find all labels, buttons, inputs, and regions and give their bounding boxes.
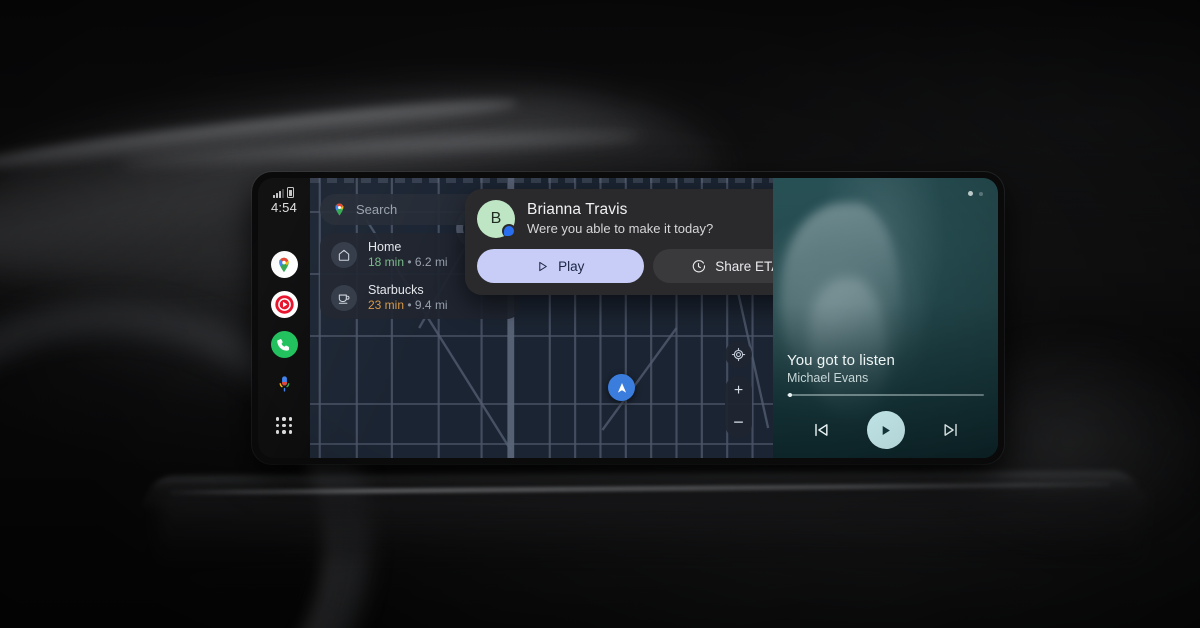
track-artist: Michael Evans (787, 371, 869, 385)
map-pane[interactable]: Search Home 18 min • 6.2 mi Starbucks 23… (310, 178, 773, 458)
car-display-unit: 4:54 Search Home 18 min • 6.2 mi Starbuc… (252, 172, 1004, 464)
media-info: You got to listen Michael Evans (787, 352, 984, 397)
map-top-strip (310, 178, 773, 183)
skip-previous-icon[interactable] (811, 420, 831, 440)
battery-icon (287, 187, 295, 198)
status-icons (273, 187, 295, 198)
android-auto-screen: 4:54 Search Home 18 min • 6.2 mi Starbuc… (258, 178, 998, 458)
app-grid-icon[interactable] (275, 417, 293, 434)
destination-name: Home (368, 240, 402, 254)
messages-badge-icon (502, 224, 516, 238)
status-bar: 4:54 (271, 187, 297, 215)
skip-next-icon[interactable] (941, 420, 961, 440)
timer-clock-icon (693, 259, 706, 272)
destination-distance: 9.4 mi (414, 298, 448, 312)
youtube-music-app-icon[interactable] (270, 291, 298, 318)
media-player-pane[interactable]: You got to listen Michael Evans (773, 178, 998, 458)
map-zoom-controls[interactable]: + − (725, 376, 752, 438)
share-eta-button[interactable]: Share ETA (652, 249, 773, 283)
play-message-label: Play (558, 258, 585, 274)
console-shadow (160, 492, 1140, 562)
zoom-out-button[interactable]: − (733, 413, 744, 431)
progress-bar[interactable] (787, 393, 984, 397)
destination-name: Starbucks (368, 283, 424, 297)
track-title: You got to listen (787, 352, 895, 369)
avatar: B (477, 200, 516, 238)
notification-message: Were you able to make it today? (527, 221, 714, 236)
share-eta-label: Share ETA (715, 258, 773, 274)
progress-knob[interactable] (788, 393, 792, 397)
maps-app-icon[interactable] (270, 251, 298, 278)
zoom-in-button[interactable]: + (734, 383, 743, 399)
destination-eta: 18 min (368, 255, 405, 269)
destination-text: Home 18 min • 6.2 mi (368, 240, 448, 269)
destination-subtitle: 18 min • 6.2 mi (368, 255, 448, 269)
destination-text: Starbucks 23 min • 9.4 mi (368, 283, 448, 312)
map-search-placeholder: Search (356, 202, 398, 217)
separator: • (407, 255, 412, 269)
assistant-mic-icon[interactable] (271, 371, 298, 398)
signal-bars-icon (273, 189, 285, 198)
play-message-button[interactable]: Play (477, 249, 644, 283)
play-icon[interactable] (866, 411, 905, 449)
app-sidebar: 4:54 (258, 178, 310, 458)
destination-distance: 6.2 mi (414, 255, 448, 269)
play-triangle-icon (539, 261, 547, 271)
navigation-arrow-icon (608, 374, 635, 401)
destination-subtitle: 23 min • 9.4 mi (368, 298, 448, 312)
media-controls (773, 411, 998, 449)
app-rail (270, 251, 298, 434)
home-icon (331, 241, 357, 268)
separator: • (407, 298, 412, 312)
notification-header: B Brianna Travis Were you able to make i… (477, 200, 773, 238)
notification-actions: Play Share ETA (477, 249, 773, 283)
notification-sender: Brianna Travis (527, 201, 628, 218)
maps-pin-icon (335, 203, 344, 216)
car-interior-scene: 4:54 Search Home 18 min • 6.2 mi Starbuc… (0, 0, 1200, 628)
notification-card[interactable]: B Brianna Travis Were you able to make i… (465, 189, 773, 295)
phone-app-icon[interactable] (270, 331, 298, 358)
status-bar-clock: 4:54 (270, 200, 298, 215)
destination-eta: 23 min (368, 298, 405, 312)
coffee-cup-icon (331, 284, 357, 311)
recenter-crosshair-icon[interactable] (725, 341, 752, 368)
notification-text: Brianna Travis Were you able to make it … (527, 200, 773, 236)
page-indicator-dots (968, 191, 983, 196)
